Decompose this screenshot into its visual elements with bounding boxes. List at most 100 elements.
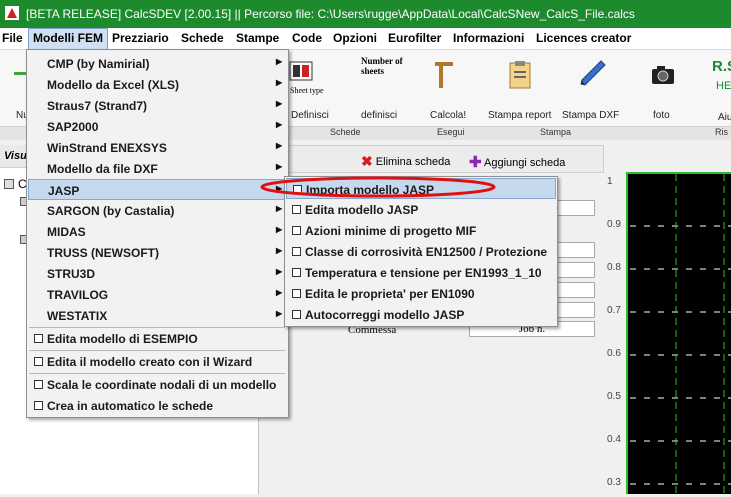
submenu-arrow-icon: ▶ bbox=[276, 162, 283, 171]
brand-top: R.S bbox=[712, 58, 731, 75]
red-highlight-ellipse bbox=[260, 176, 496, 198]
submenu-item-en1090[interactable]: Edita le proprieta' per EN1090 bbox=[286, 283, 556, 304]
submenu-arrow-icon: ▶ bbox=[276, 267, 283, 276]
group-stampa: Stampa bbox=[540, 127, 572, 137]
submenu-arrow-icon: ▶ bbox=[276, 78, 283, 87]
y-tick: 0.8 bbox=[607, 262, 621, 273]
group-esegui: Esegui bbox=[437, 127, 465, 137]
camera-icon[interactable] bbox=[650, 64, 676, 86]
checkbox-icon bbox=[292, 205, 301, 214]
delete-sheet-label: Elimina scheda bbox=[375, 156, 451, 168]
menu-item-jasp[interactable]: JASP ▶ bbox=[28, 179, 287, 200]
sheet-type-text: Sheet type bbox=[290, 86, 324, 95]
title-bar: [BETA RELEASE] CalcSDEV [2.00.15] || Per… bbox=[0, 0, 731, 28]
menu-bar: File Modelli FEM Prezziario Schede Stamp… bbox=[0, 28, 731, 51]
menu-item-excel[interactable]: Modello da Excel (XLS) ▶ bbox=[28, 74, 287, 95]
number-of-sheets-button[interactable]: Number of sheets bbox=[358, 56, 403, 102]
menu-informazioni[interactable]: Informazioni bbox=[453, 31, 524, 45]
y-tick: 1 bbox=[607, 176, 613, 187]
left-pane-title: Visu bbox=[4, 150, 27, 162]
delete-sheet-button[interactable]: ✖ Elimina scheda bbox=[361, 152, 450, 169]
beam-calc-icon[interactable] bbox=[433, 60, 455, 90]
stampa-report-label: Stampa report bbox=[488, 110, 552, 121]
checkbox-icon bbox=[292, 247, 301, 256]
group-ris: Ris bbox=[715, 127, 728, 137]
definisci-label: Definisci bbox=[291, 110, 329, 121]
submenu-arrow-icon: ▶ bbox=[276, 246, 283, 255]
number-of-sheets-icon: Number of sheets bbox=[361, 56, 403, 76]
submenu-arrow-icon: ▶ bbox=[276, 141, 283, 150]
checkbox-icon bbox=[34, 357, 43, 366]
aiuto-label: Aiu bbox=[718, 112, 731, 123]
menu-item-westatix[interactable]: WESTATIX ▶ bbox=[28, 305, 287, 326]
y-tick: 0.7 bbox=[607, 305, 621, 316]
y-tick: 0.9 bbox=[607, 219, 621, 230]
add-sheet-button[interactable]: ✚ Aggiungi scheda bbox=[469, 152, 566, 171]
submenu-arrow-icon: ▶ bbox=[276, 225, 283, 234]
menu-opzioni[interactable]: Opzioni bbox=[333, 31, 377, 45]
submenu-item-azioni-mif[interactable]: Azioni minime di progetto MIF bbox=[286, 220, 556, 241]
submenu-arrow-icon: ▶ bbox=[276, 288, 283, 297]
menu-stampe[interactable]: Stampe bbox=[236, 31, 279, 45]
menu-schede[interactable]: Schede bbox=[181, 31, 224, 45]
checkbox-icon bbox=[34, 401, 43, 410]
clipboard-report-icon[interactable] bbox=[507, 60, 533, 90]
checkbox-icon bbox=[292, 289, 301, 298]
sheet-toolbar: ✖ Elimina scheda ✚ Aggiungi scheda bbox=[262, 145, 604, 173]
submenu-item-classe-corrosivita[interactable]: Classe di corrosività EN12500 / Protezio… bbox=[286, 241, 556, 262]
menu-item-sap2000[interactable]: SAP2000 ▶ bbox=[28, 116, 287, 137]
menu-code[interactable]: Code bbox=[292, 31, 322, 45]
y-tick: 0.3 bbox=[607, 477, 621, 488]
menu-item-travilog[interactable]: TRAVILOG ▶ bbox=[28, 284, 287, 305]
sheet-type-icon bbox=[289, 61, 313, 81]
menu-item-crea-schede[interactable]: Crea in automatico le schede bbox=[28, 395, 287, 416]
menu-file[interactable]: File bbox=[2, 31, 23, 45]
plot-grid bbox=[630, 174, 731, 494]
menu-item-edita-esempio[interactable]: Edita modello di ESEMPIO bbox=[28, 328, 287, 349]
app-icon bbox=[5, 6, 19, 20]
menu-item-midas[interactable]: MIDAS ▶ bbox=[28, 221, 287, 242]
group-schede: Schede bbox=[330, 127, 361, 137]
menu-item-truss[interactable]: TRUSS (NEWSOFT) ▶ bbox=[28, 242, 287, 263]
sheet-type-button[interactable]: Sheet type bbox=[288, 58, 334, 102]
menu-item-sargon[interactable]: SARGON (by Castalia) ▶ bbox=[28, 200, 287, 221]
y-tick: 0.5 bbox=[607, 391, 621, 402]
menu-item-straus7[interactable]: Straus7 (Strand7) ▶ bbox=[28, 95, 287, 116]
submenu-item-temperatura[interactable]: Temperatura e tensione per EN1993_1_10 bbox=[286, 262, 556, 283]
menu-modelli-fem[interactable]: Modelli FEM bbox=[28, 28, 108, 51]
submenu-arrow-icon: ▶ bbox=[276, 57, 283, 66]
checkbox-icon bbox=[292, 226, 301, 235]
tree-node-icon[interactable] bbox=[4, 179, 14, 189]
checkbox-icon bbox=[292, 268, 301, 277]
submenu-arrow-icon: ▶ bbox=[276, 204, 283, 213]
brand-bottom: HE bbox=[716, 80, 731, 92]
checkbox-icon bbox=[292, 310, 301, 319]
menu-item-stru3d[interactable]: STRU3D ▶ bbox=[28, 263, 287, 284]
pencil-dxf-icon[interactable] bbox=[577, 58, 607, 88]
window-title: [BETA RELEASE] CalcSDEV [2.00.15] || Per… bbox=[26, 7, 635, 21]
menu-item-scala-coordinate[interactable]: Scala le coordinate nodali di un modello bbox=[28, 374, 287, 395]
definisci-sheets-label: definisci bbox=[361, 110, 398, 121]
submenu-item-autocorreggi[interactable]: Autocorreggi modello JASP bbox=[286, 304, 556, 325]
modelli-fem-menu: CMP (by Namirial) ▶ Modello da Excel (XLS… bbox=[26, 49, 289, 418]
menu-item-winstrand[interactable]: WinStrand ENEXSYS ▶ bbox=[28, 137, 287, 158]
menu-item-dxf[interactable]: Modello da file DXF ▶ bbox=[28, 158, 287, 179]
foto-label: foto bbox=[653, 110, 670, 121]
submenu-item-edita-jasp[interactable]: Edita modello JASP bbox=[286, 199, 556, 220]
y-tick: 0.4 bbox=[607, 434, 621, 445]
y-tick: 0.6 bbox=[607, 348, 621, 359]
calcola-label: Calcola! bbox=[430, 110, 467, 121]
menu-prezziario[interactable]: Prezziario bbox=[112, 31, 169, 45]
checkbox-icon bbox=[34, 334, 43, 343]
stampa-dxf-label: Stampa DXF bbox=[562, 110, 620, 121]
menu-item-edita-wizard[interactable]: Edita il modello creato con il Wizard bbox=[28, 351, 287, 372]
menu-eurofilter[interactable]: Eurofilter bbox=[388, 31, 441, 45]
menu-item-cmp[interactable]: CMP (by Namirial) ▶ bbox=[28, 53, 287, 74]
add-sheet-label: Aggiungi scheda bbox=[484, 157, 566, 169]
checkbox-icon bbox=[34, 380, 43, 389]
menu-licences-creator[interactable]: Licences creator bbox=[536, 31, 631, 45]
add-icon: ✚ bbox=[469, 154, 482, 171]
submenu-arrow-icon: ▶ bbox=[276, 120, 283, 129]
plot-area bbox=[626, 172, 731, 494]
submenu-arrow-icon: ▶ bbox=[276, 309, 283, 318]
